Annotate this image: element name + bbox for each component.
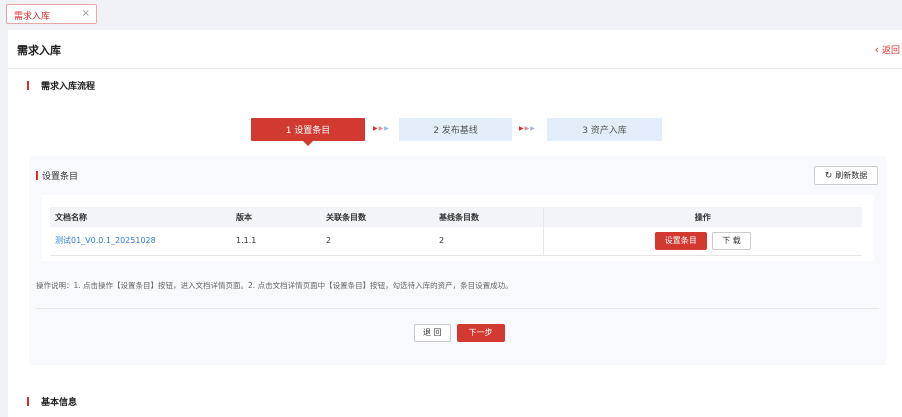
section-basic-info-heading: 基本信息 [27, 395, 77, 408]
col-linked-count: 关联条目数 [321, 207, 434, 227]
refresh-label: 刷新数据 [835, 171, 868, 180]
cell-baseline-count: 2 [434, 227, 543, 256]
step-publish-baseline[interactable]: 2 发布基线 [399, 118, 512, 141]
main-panel: 需求入库 ‹ 返回 需求入库流程 1 设置条目 ▶▶▶ 2 发布基线 ▶▶▶ 3… [8, 30, 902, 417]
back-link[interactable]: ‹ 返回 [875, 43, 900, 56]
operation-note: 操作说明：1. 点击操作【设置条目】按钮，进入文档详情页面。2. 点击文档详情页… [36, 281, 513, 290]
step-label: 3 资产入库 [582, 126, 627, 136]
back-label: 返回 [881, 46, 900, 56]
cell-actions: 设置条目 下 载 [542, 227, 862, 256]
document-table: 文档名称 版本 关联条目数 基线条目数 操作 测试01_V0.0.1_20251… [50, 207, 862, 256]
close-icon[interactable]: × [82, 8, 90, 19]
section-flow-heading: 需求入库流程 [27, 79, 95, 92]
step-content-panel: 设置条目 ↻ 刷新数据 文档名称 版本 关联条目数 基线条目数 操作 测试01_… [29, 156, 886, 365]
step-label: 1 设置条目 [285, 126, 331, 136]
doc-name-link[interactable]: 测试01_V0.0.1_20251028 [50, 227, 231, 256]
panel-title: 设置条目 [42, 172, 79, 182]
col-doc-name: 文档名称 [50, 207, 231, 227]
stepper: 1 设置条目 ▶▶▶ 2 发布基线 ▶▶▶ 3 资产入库 [251, 118, 671, 146]
col-baseline-count: 基线条目数 [434, 207, 543, 227]
step-label: 2 发布基线 [433, 126, 478, 136]
cell-linked-count: 2 [321, 227, 434, 256]
double-chevron-right-icon: ▶▶▶ [373, 125, 390, 132]
document-table-wrapper: 文档名称 版本 关联条目数 基线条目数 操作 测试01_V0.0.1_20251… [42, 195, 874, 261]
set-items-button[interactable]: 设置条目 [654, 231, 707, 250]
active-step-caret [303, 141, 313, 146]
double-chevron-right-icon: ▶▶▶ [519, 125, 536, 132]
table-header-row: 文档名称 版本 关联条目数 基线条目数 操作 [50, 207, 862, 227]
panel-heading: 设置条目 [36, 169, 78, 182]
refresh-icon: ↻ [824, 170, 833, 181]
footer-actions: 退 回 下一步 [414, 324, 505, 342]
col-actions: 操作 [542, 207, 862, 227]
section-title: 需求入库流程 [41, 82, 96, 92]
section-title: 基本信息 [41, 398, 78, 408]
step-set-items[interactable]: 1 设置条目 [251, 118, 365, 146]
tab-bar: 需求入库 × [0, 0, 902, 28]
divider [8, 68, 902, 69]
refresh-data-button[interactable]: ↻ 刷新数据 [814, 166, 878, 185]
download-button[interactable]: 下 载 [712, 231, 751, 250]
cell-version: 1.1.1 [231, 227, 321, 256]
back-button[interactable]: 退 回 [414, 324, 451, 342]
section-marker [36, 171, 38, 180]
section-marker [27, 397, 29, 406]
section-marker [27, 81, 29, 90]
col-version: 版本 [231, 207, 321, 227]
step-asset-storage[interactable]: 3 资产入库 [547, 118, 662, 141]
tab-demand-storage[interactable]: 需求入库 × [6, 4, 97, 24]
page-title: 需求入库 [17, 44, 61, 57]
chevron-left-icon: ‹ [874, 43, 879, 56]
next-step-button[interactable]: 下一步 [456, 324, 505, 342]
divider [36, 308, 879, 309]
tab-label: 需求入库 [14, 12, 51, 22]
table-row: 测试01_V0.0.1_20251028 1.1.1 2 2 设置条目 下 载 [50, 227, 862, 256]
